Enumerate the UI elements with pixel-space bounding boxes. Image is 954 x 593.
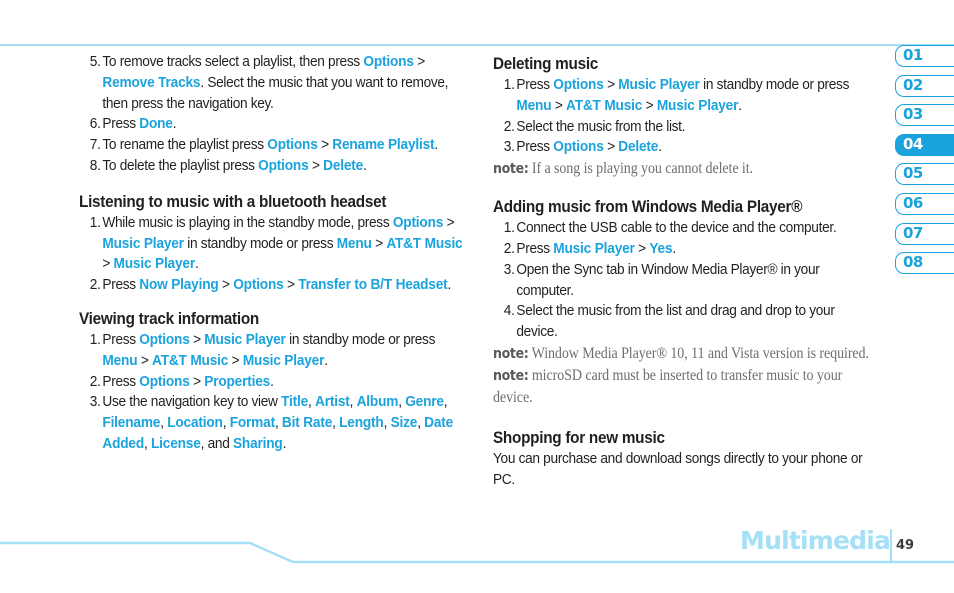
section-title: Multimedia (740, 526, 891, 555)
manual-page: 5. To remove tracks select a playlist, th… (0, 0, 954, 593)
footer-rule (0, 541, 954, 564)
footer-divider (890, 529, 892, 561)
page-number: 49 (896, 538, 915, 553)
